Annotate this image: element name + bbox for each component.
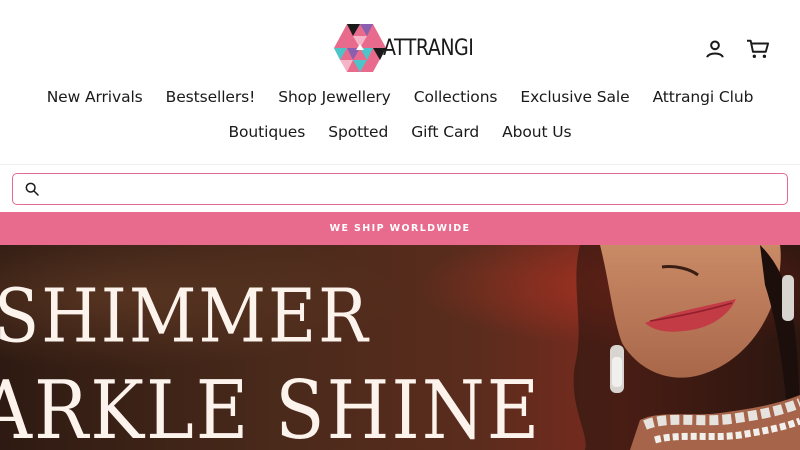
hero-banner[interactable]: SHIMMER ARKLE SHINE xyxy=(0,245,800,450)
nav-item-spotted[interactable]: Spotted xyxy=(317,121,400,143)
nav-item-gift-card[interactable]: Gift Card xyxy=(400,121,491,143)
search-icon[interactable] xyxy=(24,181,40,197)
announcement-text: WE SHIP WORLDWIDE xyxy=(329,223,471,234)
search-bar[interactable] xyxy=(12,173,788,205)
nav-item-new-arrivals[interactable]: New Arrivals xyxy=(35,86,154,108)
announcement-bar: WE SHIP WORLDWIDE xyxy=(0,212,800,245)
brand-logo[interactable]: ATTRANGI xyxy=(333,22,474,74)
user-icon xyxy=(706,40,724,58)
nav-item-exclusive-sale[interactable]: Exclusive Sale xyxy=(509,86,641,108)
account-button[interactable] xyxy=(702,36,728,62)
nav-item-about-us[interactable]: About Us xyxy=(491,121,583,143)
cart-button[interactable] xyxy=(745,36,771,62)
hero-headline-2: ARKLE SHINE xyxy=(0,363,542,450)
logo-hexagon-icon xyxy=(334,24,386,72)
nav-item-boutiques[interactable]: Boutiques xyxy=(217,121,317,143)
nav-item-bestsellers[interactable]: Bestsellers! xyxy=(154,86,267,108)
nav-item-shop-jewellery[interactable]: Shop Jewellery xyxy=(267,86,403,108)
site-header: ATTRANGI New Arrivals Bestsellers! Shop … xyxy=(0,0,800,165)
header-divider xyxy=(0,164,800,165)
cart-icon xyxy=(747,39,770,58)
main-nav-row-1: New Arrivals Bestsellers! Shop Jewellery… xyxy=(0,86,800,108)
nav-item-attrangi-club[interactable]: Attrangi Club xyxy=(641,86,765,108)
hero-headline-1: SHIMMER xyxy=(0,273,370,360)
main-nav-row-2: Boutiques Spotted Gift Card About Us xyxy=(0,121,800,143)
brand-name: ATTRANGI xyxy=(383,35,474,61)
nav-item-collections[interactable]: Collections xyxy=(402,86,509,108)
search-input[interactable] xyxy=(40,175,787,203)
